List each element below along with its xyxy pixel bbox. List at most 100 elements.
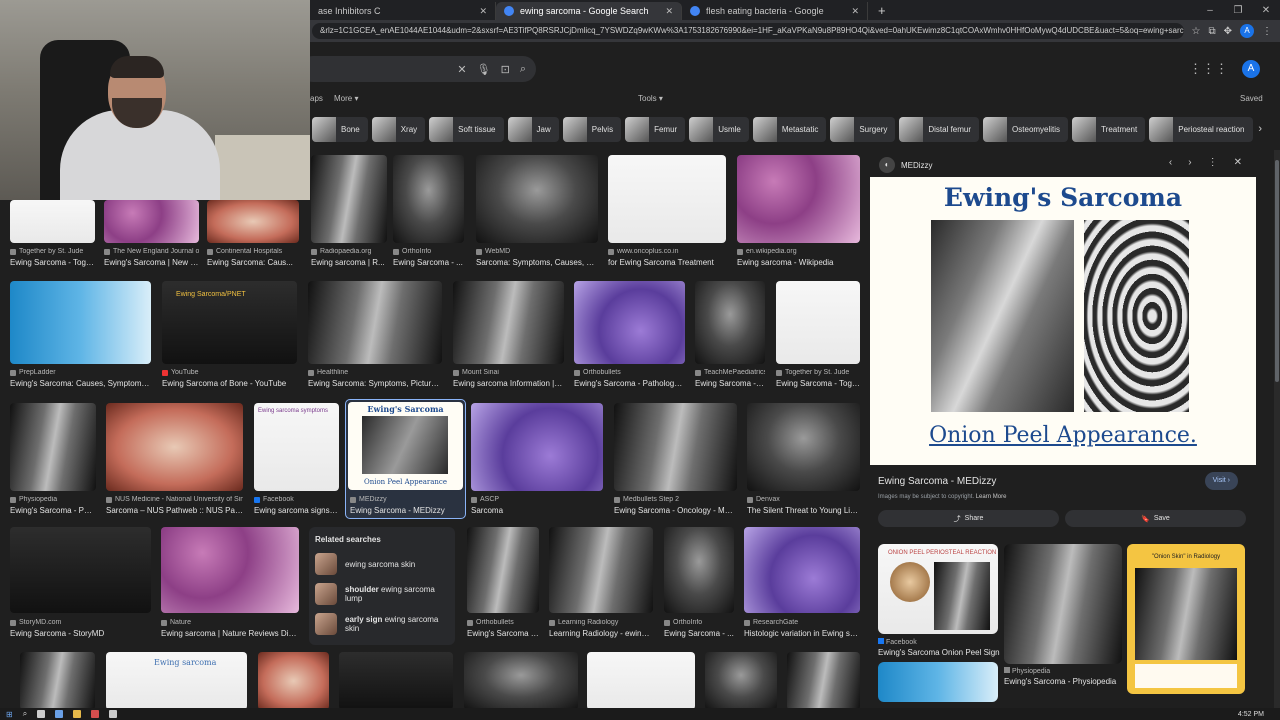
- result-title[interactable]: Ewing sarcoma signs a...: [254, 506, 339, 515]
- share-button[interactable]: ⤴ Share: [878, 510, 1059, 527]
- puzzle-icon[interactable]: ✥: [1224, 26, 1232, 37]
- image-result[interactable]: [464, 652, 578, 710]
- image-result[interactable]: Medbullets Step 2 Ewing Sarcoma - Oncolo…: [614, 403, 737, 515]
- result-thumbnail[interactable]: [587, 652, 695, 710]
- image-result[interactable]: en.wikipedia.org Ewing sarcoma - Wikiped…: [737, 155, 860, 270]
- result-title[interactable]: Ewing sarcoma - Wikipedia: [737, 258, 860, 267]
- image-result[interactable]: Together by St. Jude Ewing Sarcoma - Tog…: [10, 200, 95, 270]
- chip[interactable]: Metastatic: [752, 117, 827, 142]
- result-thumbnail[interactable]: [614, 403, 737, 491]
- image-result[interactable]: ResearchGate Histologic variation in Ewi…: [744, 527, 860, 639]
- result-thumbnail[interactable]: [705, 652, 777, 710]
- mic-icon[interactable]: 🎙: [477, 63, 491, 76]
- tab-close-icon[interactable]: ✕: [479, 6, 487, 17]
- result-thumbnail[interactable]: [308, 281, 442, 364]
- image-result[interactable]: Ewing Sarcoma/PNET YouTube Ewing Sarcoma…: [162, 281, 297, 391]
- result-title[interactable]: Ewing Sarcoma - MEDizzy: [350, 506, 469, 515]
- image-result[interactable]: ASCP Sarcoma: [471, 403, 603, 515]
- result-title[interactable]: Ewing's Sarcoma: Causes, Symptoms, ...: [10, 379, 151, 388]
- image-result[interactable]: OrthoInfo Ewing Sarcoma - ...: [664, 527, 734, 639]
- result-thumbnail[interactable]: [258, 652, 329, 710]
- nav-saved[interactable]: Saved: [1240, 94, 1263, 103]
- visit-button[interactable]: Visit ›: [1204, 472, 1238, 490]
- result-thumbnail[interactable]: Ewing's Sarcoma Onion Peel Appearance: [348, 402, 463, 490]
- chip[interactable]: Distal femur: [899, 117, 980, 142]
- related-title[interactable]: Ewing's Sarcoma Onion Peel Sign: [878, 648, 1000, 657]
- image-result[interactable]: TeachMePaediatrics Ewing Sarcoma - T...: [695, 281, 765, 391]
- result-thumbnail[interactable]: [664, 527, 734, 613]
- chip[interactable]: Surgery: [830, 117, 896, 142]
- result-thumbnail[interactable]: [104, 200, 199, 243]
- result-thumbnail[interactable]: [549, 527, 653, 613]
- search-icon[interactable]: ⌕: [520, 63, 526, 76]
- next-arrow-icon[interactable]: ›: [1188, 157, 1191, 168]
- learn-more-link[interactable]: Learn More: [976, 494, 1007, 500]
- scrollbar-thumb[interactable]: [1275, 160, 1279, 382]
- result-title[interactable]: Ewing Sarcoma - Oncology - Medb...: [614, 506, 737, 515]
- taskbar-search-icon[interactable]: ⌕: [23, 709, 27, 719]
- nav-more[interactable]: More ▾: [334, 94, 358, 103]
- image-result[interactable]: Denvax The Silent Threat to Young Live..…: [747, 403, 860, 515]
- chip[interactable]: Bone: [312, 117, 368, 142]
- related-search-item[interactable]: ewing sarcoma skin: [315, 552, 449, 576]
- result-title[interactable]: Ewing Sarcoma - ...: [664, 629, 734, 638]
- save-button[interactable]: 🔖 Save: [1065, 510, 1246, 527]
- image-result[interactable]: Healthline Ewing Sarcoma: Symptoms, Pict…: [308, 281, 442, 391]
- image-result[interactable]: Ewing sarcoma symptoms Facebook Ewing sa…: [254, 403, 339, 515]
- image-result[interactable]: [258, 652, 329, 710]
- tab-close-icon[interactable]: ✕: [851, 6, 859, 17]
- image-result[interactable]: WebMD Sarcoma: Symptoms, Causes, Dia...: [476, 155, 598, 270]
- browser-tab-1[interactable]: ase Inhibitors C ✕: [310, 2, 496, 20]
- image-result[interactable]: NUS Medicine - National University of Si…: [106, 403, 243, 515]
- result-title[interactable]: Ewing's Sarcoma - Pathology -...: [574, 379, 685, 388]
- related-image[interactable]: [878, 662, 998, 702]
- result-title[interactable]: Ewing Sarcoma - Toge...: [10, 258, 95, 267]
- result-thumbnail[interactable]: [10, 281, 151, 364]
- result-thumbnail[interactable]: [776, 281, 860, 364]
- result-title[interactable]: Ewing's Sarcoma | New En...: [104, 258, 199, 267]
- result-title[interactable]: Ewing Sarcoma - T...: [695, 379, 765, 388]
- image-result[interactable]: Together by St. Jude Ewing Sarcoma - Tog…: [776, 281, 860, 391]
- apps-grid-icon[interactable]: ⋮⋮⋮: [1189, 61, 1228, 77]
- chip[interactable]: Periosteal reaction: [1149, 117, 1253, 142]
- result-title[interactable]: Ewing Sarcoma - ...: [393, 258, 464, 267]
- chevron-right-icon[interactable]: ›: [1258, 123, 1262, 135]
- taskbar-clock[interactable]: 4:52 PM: [1238, 711, 1264, 718]
- result-thumbnail[interactable]: [787, 652, 860, 710]
- result-thumbnail[interactable]: [464, 652, 578, 710]
- scrollbar[interactable]: [1274, 150, 1280, 710]
- image-result[interactable]: Nature Ewing sarcoma | Nature Reviews Di…: [161, 527, 299, 639]
- preview-title[interactable]: Ewing Sarcoma - MEDizzy: [878, 476, 996, 487]
- result-title[interactable]: for Ewing Sarcoma Treatment: [608, 258, 726, 267]
- image-result[interactable]: www.oncoplus.co.in for Ewing Sarcoma Tre…: [608, 155, 726, 270]
- chip[interactable]: Usmle: [689, 117, 749, 142]
- result-title[interactable]: Ewing Sarcoma - Toge...: [776, 379, 860, 388]
- result-title[interactable]: Learning Radiology - ewing, ...: [549, 629, 653, 638]
- menu-dots-icon[interactable]: ⋮: [1262, 26, 1272, 37]
- related-image[interactable]: ONION PEEL PERIOSTEAL REACTION: [878, 544, 998, 634]
- image-result[interactable]: Orthobullets Ewing's Sarcoma - ...: [467, 527, 539, 639]
- result-thumbnail[interactable]: [453, 281, 564, 364]
- image-result[interactable]: [587, 652, 695, 710]
- chrome-icon[interactable]: [91, 710, 100, 718]
- result-thumbnail[interactable]: [10, 200, 95, 243]
- result-thumbnail[interactable]: Ewing sarcoma symptoms: [254, 403, 339, 491]
- preview-site-name[interactable]: MEDizzy: [901, 161, 933, 170]
- image-result[interactable]: Radiopaedia.org Ewing sarcoma | R...: [311, 155, 387, 270]
- image-result[interactable]: The New England Journal of ... Ewing's S…: [104, 200, 199, 270]
- result-thumbnail[interactable]: [10, 403, 96, 491]
- bookmark-star-icon[interactable]: ☆: [1192, 26, 1201, 37]
- result-title[interactable]: Sarcoma: [471, 506, 603, 515]
- search-input[interactable]: ✕ 🎙 ⊡ ⌕: [300, 56, 536, 82]
- browser-tab-3[interactable]: flesh eating bacteria - Google ✕: [682, 2, 868, 20]
- image-result[interactable]: StoryMD.com Ewing Sarcoma - StoryMD: [10, 527, 151, 639]
- result-title[interactable]: Ewing sarcoma | R...: [311, 258, 387, 267]
- file-explorer-icon[interactable]: [73, 710, 82, 718]
- result-thumbnail[interactable]: [608, 155, 726, 243]
- image-result[interactable]: Learning Radiology Learning Radiology - …: [549, 527, 653, 639]
- image-result-selected[interactable]: Ewing's Sarcoma Onion Peel Appearance ME…: [345, 399, 466, 519]
- image-result[interactable]: Physiopedia Ewing's Sarcoma - Phy...: [10, 403, 96, 515]
- result-thumbnail[interactable]: [747, 403, 860, 491]
- lens-icon[interactable]: ⊡: [501, 63, 510, 76]
- prev-arrow-icon[interactable]: ‹: [1169, 157, 1172, 168]
